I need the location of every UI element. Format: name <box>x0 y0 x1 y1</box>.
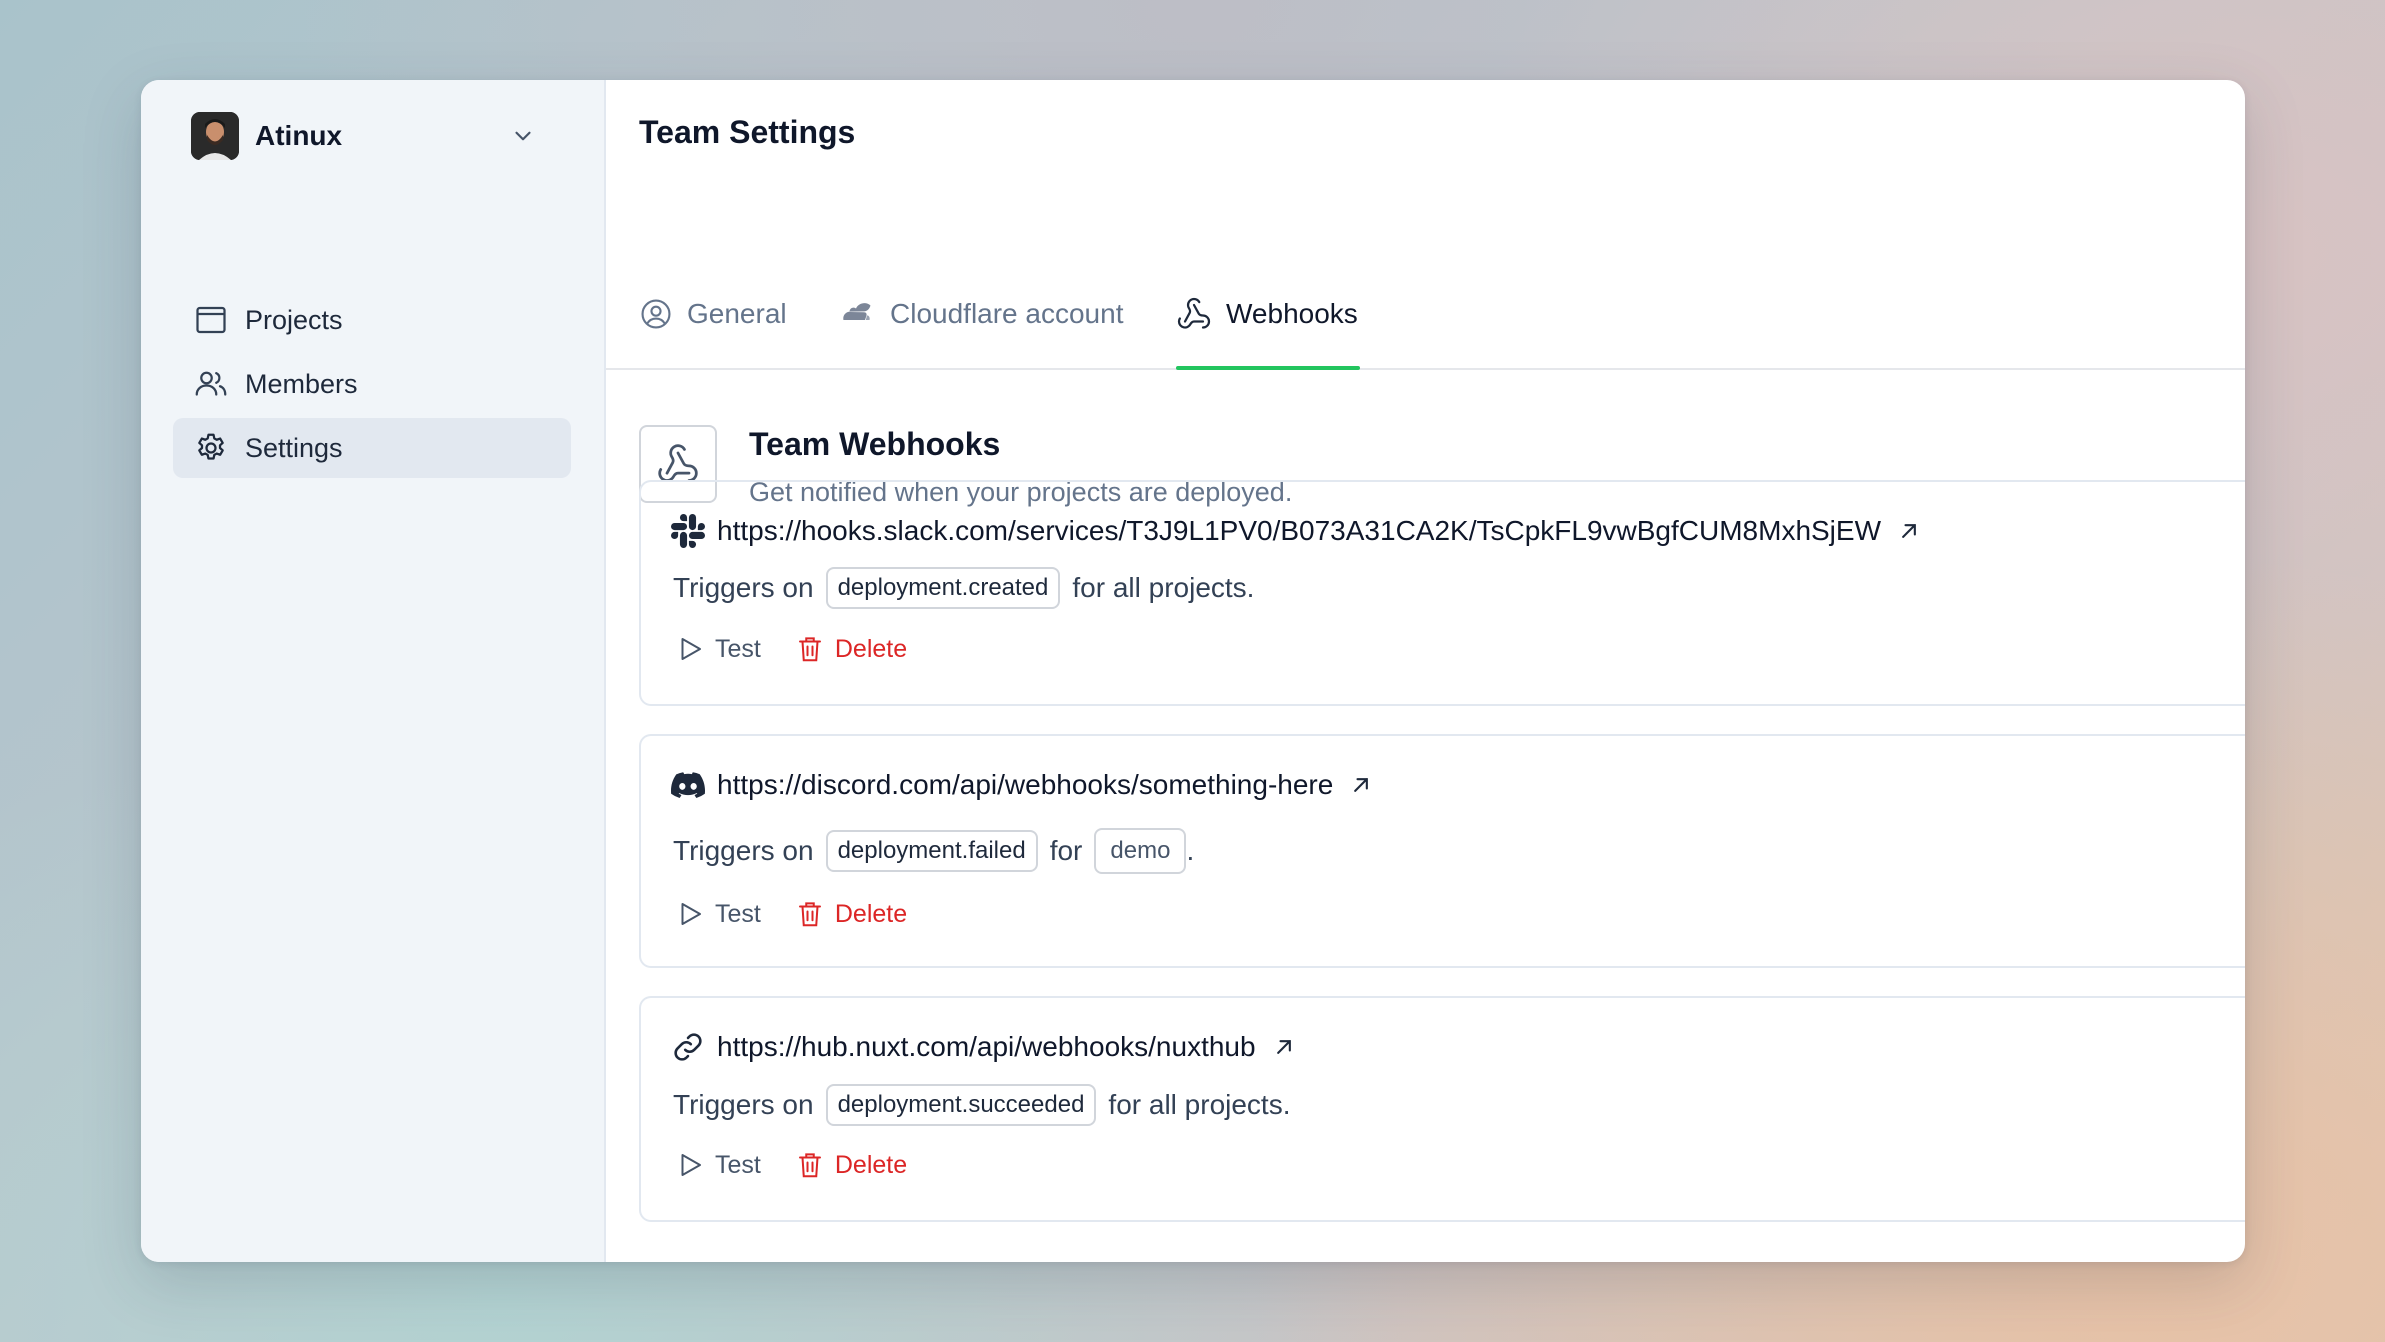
event-badge: deployment.failed <box>825 830 1038 872</box>
trigger-suffix: . <box>1186 835 1195 866</box>
section-title: Team Webhooks <box>749 426 1001 462</box>
test-label: Test <box>715 1150 761 1179</box>
webhook-card: https://hub.nuxt.com/api/webhooks/nuxthu… <box>639 996 2245 1222</box>
trigger-scope: for all projects. <box>1072 572 1255 603</box>
play-icon <box>681 1154 701 1176</box>
event-badge: deployment.succeeded <box>825 1084 1097 1126</box>
webhook-url-row: https://hooks.slack.com/services/T3J9L1P… <box>671 514 1923 548</box>
webhook-url-row: https://discord.com/api/webhooks/somethi… <box>671 768 1375 802</box>
webhook-url: https://hooks.slack.com/services/T3J9L1P… <box>717 515 1882 546</box>
sidebar-item-members[interactable]: Members <box>173 354 571 414</box>
tab-label: Webhooks <box>1226 298 1358 329</box>
projects-icon <box>196 306 226 334</box>
page-title: Team Settings <box>639 114 856 150</box>
test-button[interactable]: Test <box>675 1150 761 1180</box>
chevron-down-icon <box>515 131 531 141</box>
avatar <box>191 112 239 160</box>
sidebar-item-projects[interactable]: Projects <box>173 290 571 350</box>
tab-label: General <box>687 298 787 329</box>
trigger-scope: for <box>1049 835 1083 866</box>
trigger-description: Triggers on deployment.succeeded for all… <box>673 1084 1291 1126</box>
external-link-icon[interactable] <box>1347 771 1375 799</box>
members-icon <box>195 371 227 396</box>
team-switcher[interactable]: Atinux <box>191 111 546 161</box>
external-link-icon[interactable] <box>1270 1033 1298 1061</box>
app-window: Atinux Projects Members Settings Team Se… <box>141 80 2245 1262</box>
event-badge: deployment.created <box>825 567 1061 609</box>
trigger-description: Triggers on deployment.created for all p… <box>673 567 1254 609</box>
delete-label: Delete <box>834 899 908 928</box>
trigger-description: Triggers on deployment.failed for demo. <box>673 828 1194 874</box>
sidebar-item-label: Members <box>245 368 358 399</box>
sidebar-item-label: Settings <box>245 432 343 463</box>
gear-icon <box>198 433 224 460</box>
webhook-actions: Test Delete <box>675 1150 907 1180</box>
link-icon <box>674 1033 702 1061</box>
external-link-icon[interactable] <box>1895 517 1923 545</box>
discord-icon <box>671 772 705 799</box>
webhook-card: https://discord.com/api/webhooks/somethi… <box>639 734 2245 968</box>
webhook-actions: Test Delete <box>675 899 907 929</box>
webhook-card: https://hooks.slack.com/services/T3J9L1P… <box>639 480 2245 706</box>
webhook-url: https://hub.nuxt.com/api/webhooks/nuxthu… <box>717 1031 1256 1062</box>
trash-icon <box>798 637 821 662</box>
trigger-prefix: Triggers on <box>673 572 814 603</box>
delete-label: Delete <box>834 1150 908 1179</box>
trigger-prefix: Triggers on <box>673 835 814 866</box>
sidebar-item-label: Projects <box>245 304 343 335</box>
play-icon <box>681 638 701 660</box>
project-badge: demo <box>1094 828 1187 874</box>
tab-bar: General Cloudflare account Webhooks <box>606 260 2245 370</box>
test-label: Test <box>715 899 761 928</box>
delete-button[interactable]: Delete <box>795 1150 907 1180</box>
cloudflare-icon <box>843 303 871 320</box>
sidebar-item-settings[interactable]: Settings <box>173 418 571 478</box>
delete-label: Delete <box>834 634 908 663</box>
webhook-actions: Test Delete <box>675 634 907 664</box>
trash-icon <box>798 1153 821 1178</box>
trigger-prefix: Triggers on <box>673 1089 814 1120</box>
slack-icon <box>671 514 705 548</box>
webhook-icon <box>1177 297 1211 329</box>
tab-webhooks[interactable]: Webhooks <box>1176 260 1360 370</box>
trigger-scope: for all projects. <box>1108 1089 1291 1120</box>
delete-button[interactable]: Delete <box>795 899 907 929</box>
test-label: Test <box>715 634 761 663</box>
delete-button[interactable]: Delete <box>795 634 907 664</box>
test-button[interactable]: Test <box>675 899 761 929</box>
test-button[interactable]: Test <box>675 634 761 664</box>
play-icon <box>681 903 701 925</box>
webhook-url-row: https://hub.nuxt.com/api/webhooks/nuxthu… <box>671 1030 1298 1064</box>
tab-label: Cloudflare account <box>890 298 1124 329</box>
user-circle-icon <box>641 299 671 329</box>
webhook-url: https://discord.com/api/webhooks/somethi… <box>717 769 1334 800</box>
active-tab-indicator <box>1176 366 1360 370</box>
tab-general[interactable]: General <box>639 260 787 368</box>
sidebar-nav: Projects Members Settings <box>173 290 571 482</box>
team-name: Atinux <box>255 120 343 151</box>
tab-cloudflare-account[interactable]: Cloudflare account <box>836 260 1123 368</box>
sidebar: Atinux Projects Members Settings <box>141 80 606 1262</box>
trash-icon <box>798 902 821 927</box>
main-content: Team Settings General Cloudflare account… <box>606 80 2245 1262</box>
